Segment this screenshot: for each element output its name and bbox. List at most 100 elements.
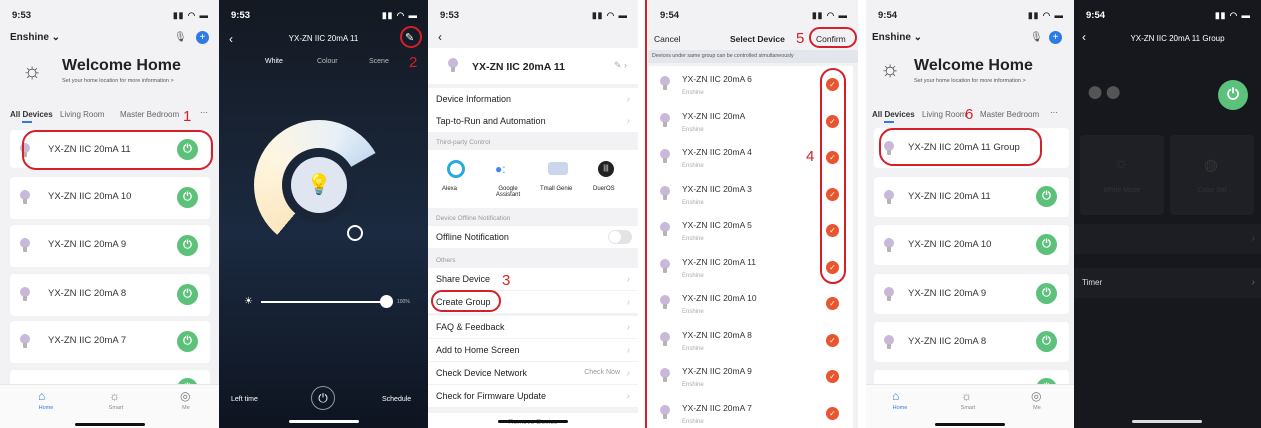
chevron-right-icon: › — [1251, 233, 1255, 244]
device-card[interactable]: YX-ZN IIC 20mA 10 ⏻ — [10, 177, 210, 219]
row-share-device[interactable]: Share Device › — [428, 268, 638, 290]
google-assistant-icon[interactable]: ●: — [495, 162, 506, 176]
home-selector[interactable]: Enshine ⌄ — [10, 32, 60, 43]
color-set-label: Color Set — [1197, 187, 1227, 194]
bulb-icon — [660, 295, 670, 311]
brightness-handle[interactable] — [380, 295, 393, 308]
power-icon[interactable]: ⏻ — [177, 187, 198, 208]
add-icon[interactable]: + — [196, 31, 209, 44]
device-card[interactable]: YX-ZN IIC 20mA 10 ⏻ — [874, 225, 1069, 265]
select-device-row[interactable]: YX-ZN IIC 20mA 10 Enshine ✓ — [648, 285, 853, 323]
status-icons: ▮▮ ◠ ▬ — [812, 10, 848, 20]
white-mode-tile[interactable]: ☼ White Mode — [1080, 135, 1164, 215]
white-mode-label: White Mode — [1103, 187, 1141, 194]
tab-master-bedroom[interactable]: Master Bedroom — [120, 110, 179, 119]
device-card[interactable]: YX-ZN IIC 20mA 8 ⏻ — [874, 322, 1069, 362]
power-icon[interactable]: ⏻ — [1218, 80, 1248, 110]
scene-row[interactable]: › — [1074, 224, 1261, 254]
me-nav-icon[interactable]: ◎ — [1031, 389, 1041, 403]
checkmark-icon[interactable]: ✓ — [826, 370, 839, 383]
row-add-home-screen[interactable]: Add to Home Screen › — [428, 339, 638, 361]
dueros-label: DuerOS — [593, 186, 615, 192]
device-card[interactable]: YX-ZN IIC 20mA 11 ⏻ — [874, 177, 1069, 217]
status-time: 9:54 — [1086, 10, 1106, 21]
back-icon[interactable]: ‹ — [1082, 30, 1086, 44]
status-time: 9:53 — [440, 10, 460, 21]
left-time-button[interactable]: Left time — [231, 396, 258, 403]
device-card[interactable]: YX-ZN IIC 20mA 8 ⏻ — [10, 274, 210, 316]
offline-toggle[interactable] — [608, 230, 632, 244]
select-device-row[interactable]: YX-ZN IIC 20mA 7 Enshine ✓ — [648, 394, 853, 428]
power-icon[interactable]: ⏻ — [1036, 186, 1057, 207]
power-icon[interactable]: ⏻ — [1036, 234, 1057, 255]
row-firmware-update[interactable]: Check for Firmware Update › — [428, 385, 638, 407]
edit-icon[interactable]: ✎ › — [614, 60, 627, 71]
device-card[interactable]: YX-ZN IIC 20mA 9 ⏻ — [10, 225, 210, 267]
tab-white[interactable]: White — [265, 58, 283, 65]
device-card[interactable]: YX-ZN IIC 20mA 7 ⏻ — [10, 321, 210, 363]
group-title: YX-ZN IIC 20mA 11 Group — [1130, 34, 1225, 43]
brightness-slider[interactable] — [261, 301, 384, 303]
smart-nav-icon[interactable]: ☼ — [961, 389, 972, 403]
tab-colour[interactable]: Colour — [317, 58, 338, 65]
power-icon[interactable]: ⏻ — [177, 284, 198, 305]
row-tap-to-run[interactable]: Tap-to-Run and Automation › — [428, 110, 638, 132]
cancel-button[interactable]: Cancel — [654, 34, 680, 44]
timer-row[interactable]: Timer › — [1074, 268, 1261, 298]
device-home: Enshine — [682, 309, 704, 315]
status-time: 9:54 — [878, 10, 898, 21]
panel-device-settings: 9:53 ▮▮ ◠ ▬ ‹ YX-ZN IIC 20mA 11 ✎ › Devi… — [428, 0, 638, 428]
tab-scene[interactable]: Scene — [369, 58, 389, 65]
power-icon[interactable]: ⏻ — [177, 331, 198, 352]
ring-handle[interactable] — [347, 225, 363, 241]
home-nav-icon[interactable]: ⌂ — [38, 389, 45, 403]
welcome-title: Welcome Home — [62, 57, 181, 74]
me-nav-icon[interactable]: ◎ — [180, 389, 190, 403]
bulb-icon — [20, 334, 30, 350]
alexa-icon[interactable] — [447, 160, 465, 178]
checkmark-icon[interactable]: ✓ — [826, 333, 839, 347]
checkmark-icon[interactable]: ✓ — [826, 406, 839, 420]
row-faq-feedback[interactable]: FAQ & Feedback › — [428, 316, 638, 338]
add-icon[interactable]: + — [1049, 31, 1062, 44]
dueros-icon[interactable]: ||| — [598, 161, 614, 177]
device-home: Enshine — [682, 345, 704, 352]
bottom-nav: ⌂ Home ☼ Smart ◎ Me — [0, 384, 219, 428]
mic-icon[interactable]: 🎙 — [1030, 32, 1043, 43]
row-check-network[interactable]: Check Device Network Check Now › — [428, 362, 638, 384]
tab-all-devices[interactable]: All Devices — [872, 110, 915, 119]
select-device-row[interactable]: YX-ZN IIC 20mA 9 Enshine ✓ — [648, 358, 853, 396]
bulb-icon — [20, 287, 30, 303]
back-icon[interactable]: ‹ — [438, 30, 442, 44]
chevron-right-icon: › — [626, 274, 630, 285]
home-nav-icon[interactable]: ⌂ — [892, 389, 899, 403]
set-location-link[interactable]: Set your home location for more informat… — [914, 78, 1026, 84]
bulb-icon — [20, 190, 30, 206]
set-location-text: Set your home location for more informat… — [914, 78, 1021, 84]
tab-all-devices[interactable]: All Devices — [10, 110, 53, 119]
smart-nav-icon[interactable]: ☼ — [109, 389, 120, 403]
tmall-genie-icon[interactable] — [548, 162, 568, 175]
more-tabs-icon[interactable]: ··· — [1050, 108, 1058, 117]
checkmark-icon[interactable]: ✓ — [826, 297, 839, 310]
more-tabs-icon[interactable]: ··· — [200, 108, 208, 117]
tab-living-room[interactable]: Living Room — [60, 110, 104, 119]
color-set-tile[interactable]: ◍ Color Set — [1170, 135, 1254, 215]
power-icon[interactable]: ⏻ — [1036, 283, 1057, 304]
select-device-row[interactable]: YX-ZN IIC 20mA 8 Enshine ✓ — [648, 321, 853, 360]
power-icon[interactable]: ⏻ — [1036, 331, 1057, 352]
bulb-icon — [660, 185, 670, 202]
power-icon[interactable]: ⏻ — [177, 235, 198, 256]
row-label: Check for Firmware Update — [436, 391, 547, 401]
tab-master-bedroom[interactable]: Master Bedroom — [980, 110, 1039, 119]
schedule-button[interactable]: Schedule — [382, 396, 411, 403]
step-label-3: 3 — [502, 272, 511, 289]
section-third-party: Third-party Control — [428, 134, 638, 148]
set-location-link[interactable]: Set your home location for more informat… — [62, 78, 174, 84]
device-card[interactable]: YX-ZN IIC 20mA 9 ⏻ — [874, 274, 1069, 314]
power-icon[interactable]: ⏻ — [311, 386, 335, 410]
mic-icon[interactable]: 🎙 — [174, 32, 187, 43]
home-selector[interactable]: Enshine ⌄ — [872, 32, 922, 43]
row-device-information[interactable]: Device Information › — [428, 88, 638, 110]
tab-living-room[interactable]: Living Room — [922, 110, 966, 119]
